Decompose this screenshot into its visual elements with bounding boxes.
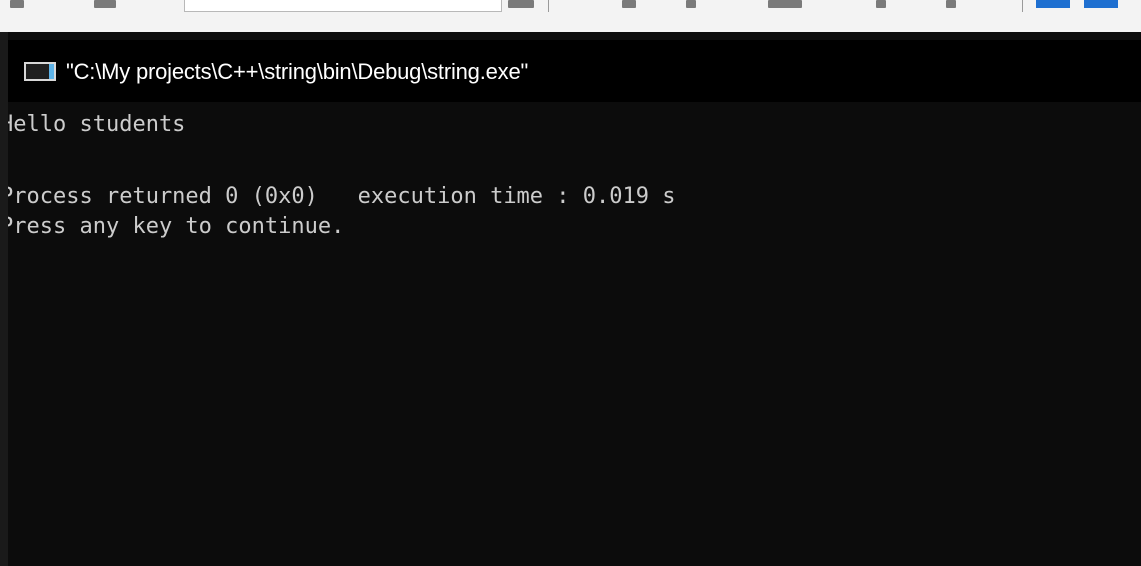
toolbar-button[interactable]: [876, 0, 886, 8]
toolbar-button[interactable]: [686, 0, 696, 8]
console-line: Hello students: [8, 112, 186, 137]
toolbar-button[interactable]: [508, 0, 534, 8]
console-line: Process returned 0 (0x0) execution time …: [8, 184, 676, 209]
toolbar-separator: [548, 0, 549, 12]
console-output[interactable]: Hello students Process returned 0 (0x0) …: [8, 103, 1141, 566]
toolbar-button[interactable]: [10, 0, 24, 8]
toolbar-button[interactable]: [94, 0, 116, 8]
console-window-icon[interactable]: [24, 62, 56, 81]
console-window: "C:\My projects\C++\string\bin\Debug\str…: [0, 32, 1141, 566]
console-line: Press any key to continue.: [8, 214, 345, 239]
toolbar-button[interactable]: [768, 0, 802, 8]
toolbar-button[interactable]: [1036, 0, 1070, 8]
build-target-select[interactable]: [184, 0, 502, 12]
toolbar-separator: [1022, 0, 1023, 12]
toolbar-button[interactable]: [622, 0, 636, 8]
ide-toolbar: [0, 0, 1141, 33]
window-title: "C:\My projects\C++\string\bin\Debug\str…: [66, 59, 529, 84]
console-title-bar[interactable]: "C:\My projects\C++\string\bin\Debug\str…: [8, 40, 1141, 102]
toolbar-button[interactable]: [946, 0, 956, 8]
toolbar-button[interactable]: [1084, 0, 1118, 8]
